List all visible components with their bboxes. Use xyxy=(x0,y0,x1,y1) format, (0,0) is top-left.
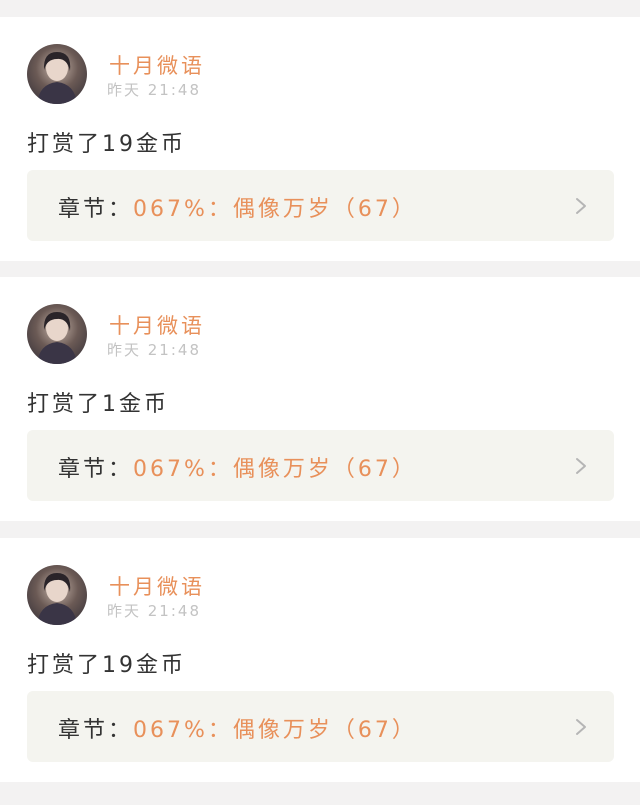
reward-feed: 十月微语 昨天 21:48 打赏了19金币 章节： 067%：偶像万岁（67） … xyxy=(0,0,640,805)
user-avatar-icon xyxy=(37,52,77,104)
chapter-label: 章节： xyxy=(58,457,134,482)
avatar[interactable] xyxy=(27,565,87,625)
user-avatar-icon xyxy=(37,573,77,625)
reward-text: 打赏了19金币 xyxy=(27,132,186,157)
chevron-right-icon xyxy=(576,719,586,735)
chapter-link[interactable]: 章节： 067%：偶像万岁（67） xyxy=(27,691,614,762)
reward-text: 打赏了19金币 xyxy=(27,653,186,678)
timestamp: 昨天 21:48 xyxy=(107,81,201,99)
chapter-link[interactable]: 章节： 067%：偶像万岁（67） xyxy=(27,170,614,241)
chapter-title: 067%：偶像万岁（67） xyxy=(133,457,417,482)
chapter-link[interactable]: 章节： 067%：偶像万岁（67） xyxy=(27,430,614,501)
chapter-label: 章节： xyxy=(58,197,134,222)
chapter-title: 067%：偶像万岁（67） xyxy=(133,718,417,743)
chapter-label: 章节： xyxy=(58,718,134,743)
timestamp: 昨天 21:48 xyxy=(107,341,201,359)
reward-card: 十月微语 昨天 21:48 打赏了1金币 章节： 067%：偶像万岁（67） xyxy=(0,277,640,521)
chapter-title: 067%：偶像万岁（67） xyxy=(133,197,417,222)
chevron-right-icon xyxy=(576,458,586,474)
avatar[interactable] xyxy=(27,44,87,104)
avatar[interactable] xyxy=(27,304,87,364)
reward-card: 十月微语 昨天 21:48 打赏了19金币 章节： 067%：偶像万岁（67） xyxy=(0,17,640,261)
timestamp: 昨天 21:48 xyxy=(107,602,201,620)
chevron-right-icon xyxy=(576,198,586,214)
username[interactable]: 十月微语 xyxy=(109,310,205,340)
user-avatar-icon xyxy=(37,312,77,364)
reward-card: 十月微语 昨天 21:48 打赏了19金币 章节： 067%：偶像万岁（67） xyxy=(0,538,640,782)
username[interactable]: 十月微语 xyxy=(109,50,205,80)
reward-text: 打赏了1金币 xyxy=(27,392,169,417)
username[interactable]: 十月微语 xyxy=(109,571,205,601)
